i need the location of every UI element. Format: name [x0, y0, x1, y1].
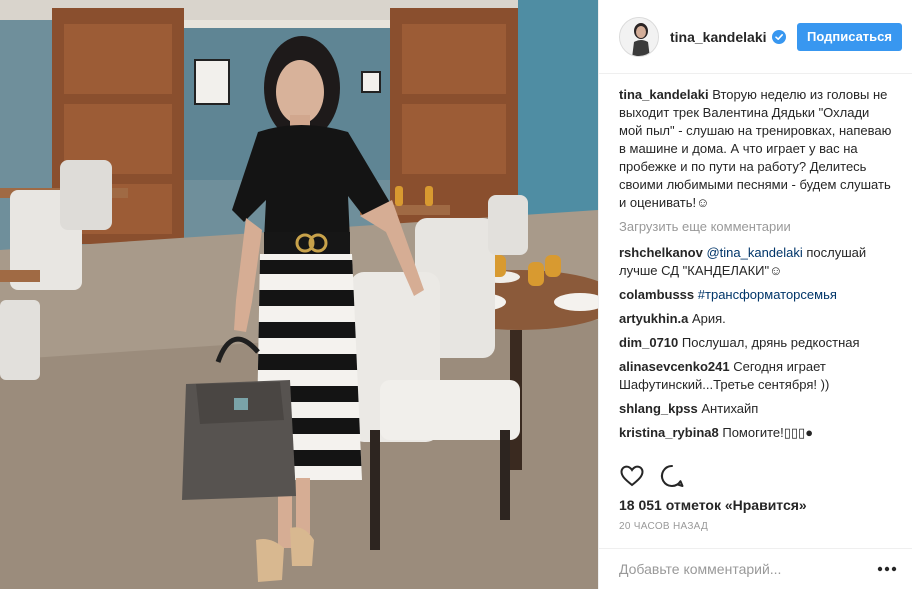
comment-bubble-icon[interactable]: [659, 463, 685, 489]
caption: tina_kandelaki Вторую неделю из головы н…: [619, 86, 896, 212]
add-comment-input[interactable]: [619, 561, 876, 577]
comment-text: Ария.: [691, 311, 726, 326]
comment-username[interactable]: dim_0710: [619, 335, 678, 350]
comment-username[interactable]: shlang_kpss: [619, 401, 698, 416]
comment-username[interactable]: colambusss: [619, 287, 694, 302]
avatar[interactable]: [619, 16, 659, 57]
follow-button[interactable]: Подписаться: [796, 22, 902, 51]
heart-icon[interactable]: [619, 463, 645, 489]
caption-username[interactable]: tina_kandelaki: [619, 87, 709, 102]
caption-text: Вторую неделю из головы не выходит трек …: [619, 87, 892, 210]
post-side-panel: tina_kandelaki Подписаться tina_kandelak…: [598, 0, 912, 589]
comment-item: alinasevcenko241 Сегодня играет Шафутинс…: [619, 358, 896, 394]
post-photo[interactable]: [0, 0, 598, 589]
comment-text: Антихайп: [701, 401, 759, 416]
post-header: tina_kandelaki Подписаться: [599, 0, 912, 74]
comment-item: artyukhin.a Ария.: [619, 310, 896, 328]
comments-list[interactable]: tina_kandelaki Вторую неделю из головы н…: [619, 86, 896, 453]
comment-text: Послушал, дрянь редкостная: [681, 335, 860, 350]
avatar-image: [620, 17, 658, 56]
post-timestamp: 20 ЧАСОВ НАЗАД: [619, 521, 709, 532]
header-username[interactable]: tina_kandelaki: [670, 29, 767, 45]
comment-item: dim_0710 Послушал, дрянь редкостная: [619, 334, 896, 352]
comment-username[interactable]: rshchelkanov: [619, 245, 703, 260]
post-actions: [619, 461, 699, 491]
verified-badge-icon: [771, 29, 786, 44]
add-comment-bar: [599, 548, 912, 589]
more-options-icon[interactable]: [876, 559, 898, 579]
comment-text: Помогите!▯▯▯●: [722, 425, 814, 440]
comment-item: shlang_kpss Антихайп: [619, 400, 896, 418]
instagram-post: tina_kandelaki Подписаться tina_kandelak…: [0, 0, 912, 589]
comment-username[interactable]: artyukhin.a: [619, 311, 688, 326]
comment-mention[interactable]: @tina_kandelaki: [706, 245, 802, 260]
load-more-comments-link[interactable]: Загрузить еще комментарии: [619, 218, 896, 236]
comment-item: rshchelkanov @tina_kandelaki послушай лу…: [619, 244, 896, 280]
post-photo-image: [0, 0, 598, 589]
comment-item: colambusss #трансформаторсемья: [619, 286, 896, 304]
comment-hashtag[interactable]: #трансформаторсемья: [698, 287, 837, 302]
likes-count[interactable]: 18 051 отметок «Нравится»: [619, 497, 807, 513]
comment-username[interactable]: kristina_rybina8: [619, 425, 719, 440]
comment-item: kristina_rybina8 Помогите!▯▯▯●: [619, 424, 896, 442]
comment-username[interactable]: alinasevcenko241: [619, 359, 730, 374]
